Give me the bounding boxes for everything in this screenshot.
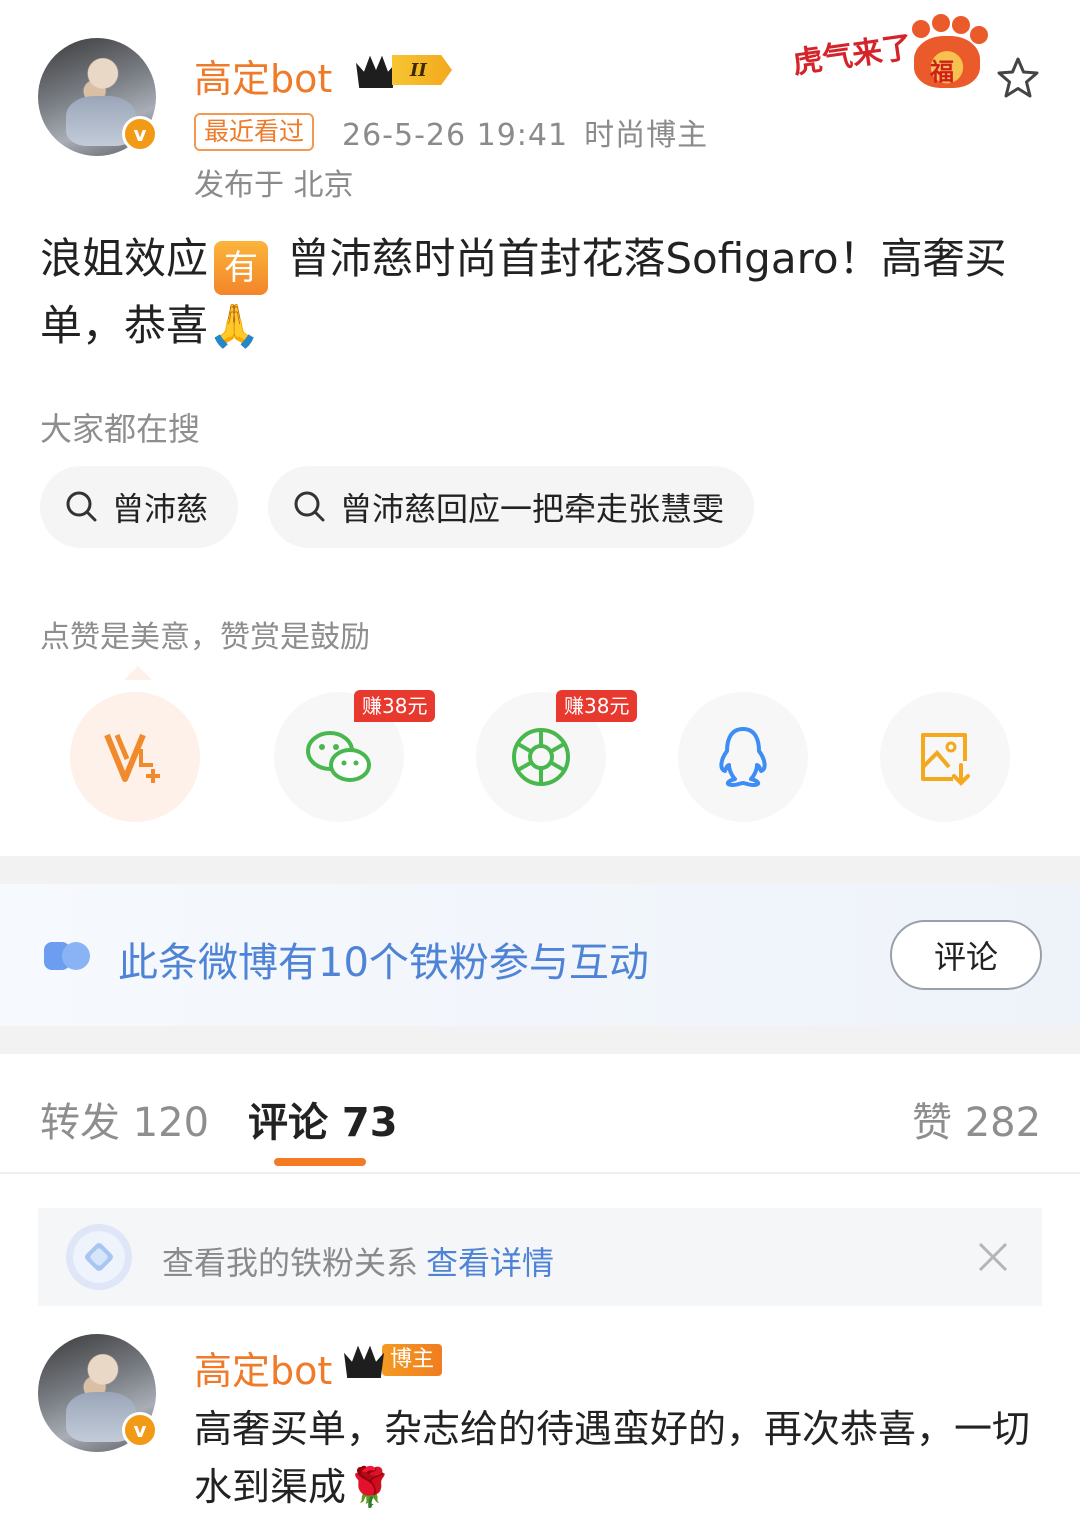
vip-reward-icon	[104, 733, 160, 783]
pray-hands-emoji: 🙏	[208, 301, 261, 350]
fortune-char: 福	[930, 58, 954, 86]
tab-likes[interactable]: 赞 282	[912, 1090, 1041, 1148]
post-meta: 26-5-26 19:41 时尚博主	[342, 110, 708, 154]
search-icon	[294, 491, 325, 522]
comment-body: 高奢买单，杂志给的待遇蛮好的，再次恭喜，一切水到渠成🌹	[194, 1407, 1031, 1509]
diamond-icon	[66, 1224, 132, 1290]
recently-viewed-tag: 最近看过	[194, 113, 315, 151]
save-image-icon	[921, 733, 970, 786]
qq-icon	[719, 727, 767, 787]
you-tag-icon: 有	[214, 241, 269, 295]
post-timestamp: 26-5-26 19:41	[342, 118, 569, 153]
wechat-icon	[306, 731, 371, 782]
view-details-link[interactable]: 查看详情	[426, 1244, 554, 1282]
blogger-badge: 博主	[344, 1342, 443, 1378]
active-tab-indicator	[274, 1158, 366, 1166]
comment-button[interactable]: 评论	[890, 920, 1042, 990]
post-body: 浪姐效应有 曾沛慈时尚首封花落Sofigaro！高奢买单，恭喜🙏	[40, 228, 1040, 357]
post-text-hashtag: 浪姐效应	[40, 234, 209, 283]
moments-icon	[512, 728, 570, 786]
commenter-name[interactable]: 高定bot	[194, 1340, 332, 1395]
crown-icon	[356, 55, 396, 88]
hot-search-label: 大家都在搜	[40, 410, 201, 448]
section-divider	[0, 1026, 1080, 1054]
tab-comments[interactable]: 评论 73	[248, 1090, 398, 1148]
vip-level-badge[interactable]: II	[356, 52, 452, 88]
paw-fortune-icon[interactable]: 福	[908, 14, 990, 88]
reward-label: 点赞是美意，赞赏是鼓励	[40, 620, 370, 655]
author-name[interactable]: 高定bot	[194, 48, 332, 103]
share-qq-button[interactable]	[678, 692, 808, 822]
vip-reward-button[interactable]	[70, 692, 200, 822]
search-chip[interactable]: 曾沛慈回应一把牵走张慧雯	[268, 466, 755, 548]
author-category: 时尚博主	[584, 118, 709, 153]
iron-fan-relation-text: 查看我的铁粉关系 查看详情	[162, 1244, 555, 1282]
post-location: 发布于 北京	[194, 168, 354, 203]
verified-badge-icon: v	[122, 116, 158, 152]
save-image-button[interactable]	[880, 692, 1010, 822]
verified-badge-icon: v	[122, 1412, 158, 1448]
earn-tag: 赚38元	[354, 690, 436, 722]
earn-tag: 赚38元	[556, 690, 638, 722]
commenter-avatar[interactable]: v	[38, 1334, 158, 1452]
author-avatar[interactable]: v	[38, 38, 158, 156]
crown-icon	[344, 1345, 384, 1378]
iron-fans-icon	[44, 942, 90, 970]
activity-badge[interactable]: 虎气来了	[790, 22, 915, 82]
section-divider	[0, 856, 1080, 884]
search-icon	[66, 491, 97, 522]
favorite-star-icon[interactable]	[996, 56, 1040, 100]
iron-fans-text: 此条微博有10个铁粉参与互动	[118, 940, 649, 986]
close-icon[interactable]	[976, 1240, 1010, 1274]
reward-pointer	[124, 666, 152, 680]
tab-repost[interactable]: 转发 120	[40, 1090, 209, 1148]
search-chip[interactable]: 曾沛慈	[40, 466, 239, 548]
rose-emoji: 🌹	[346, 1465, 394, 1509]
tab-border	[0, 1172, 1080, 1174]
